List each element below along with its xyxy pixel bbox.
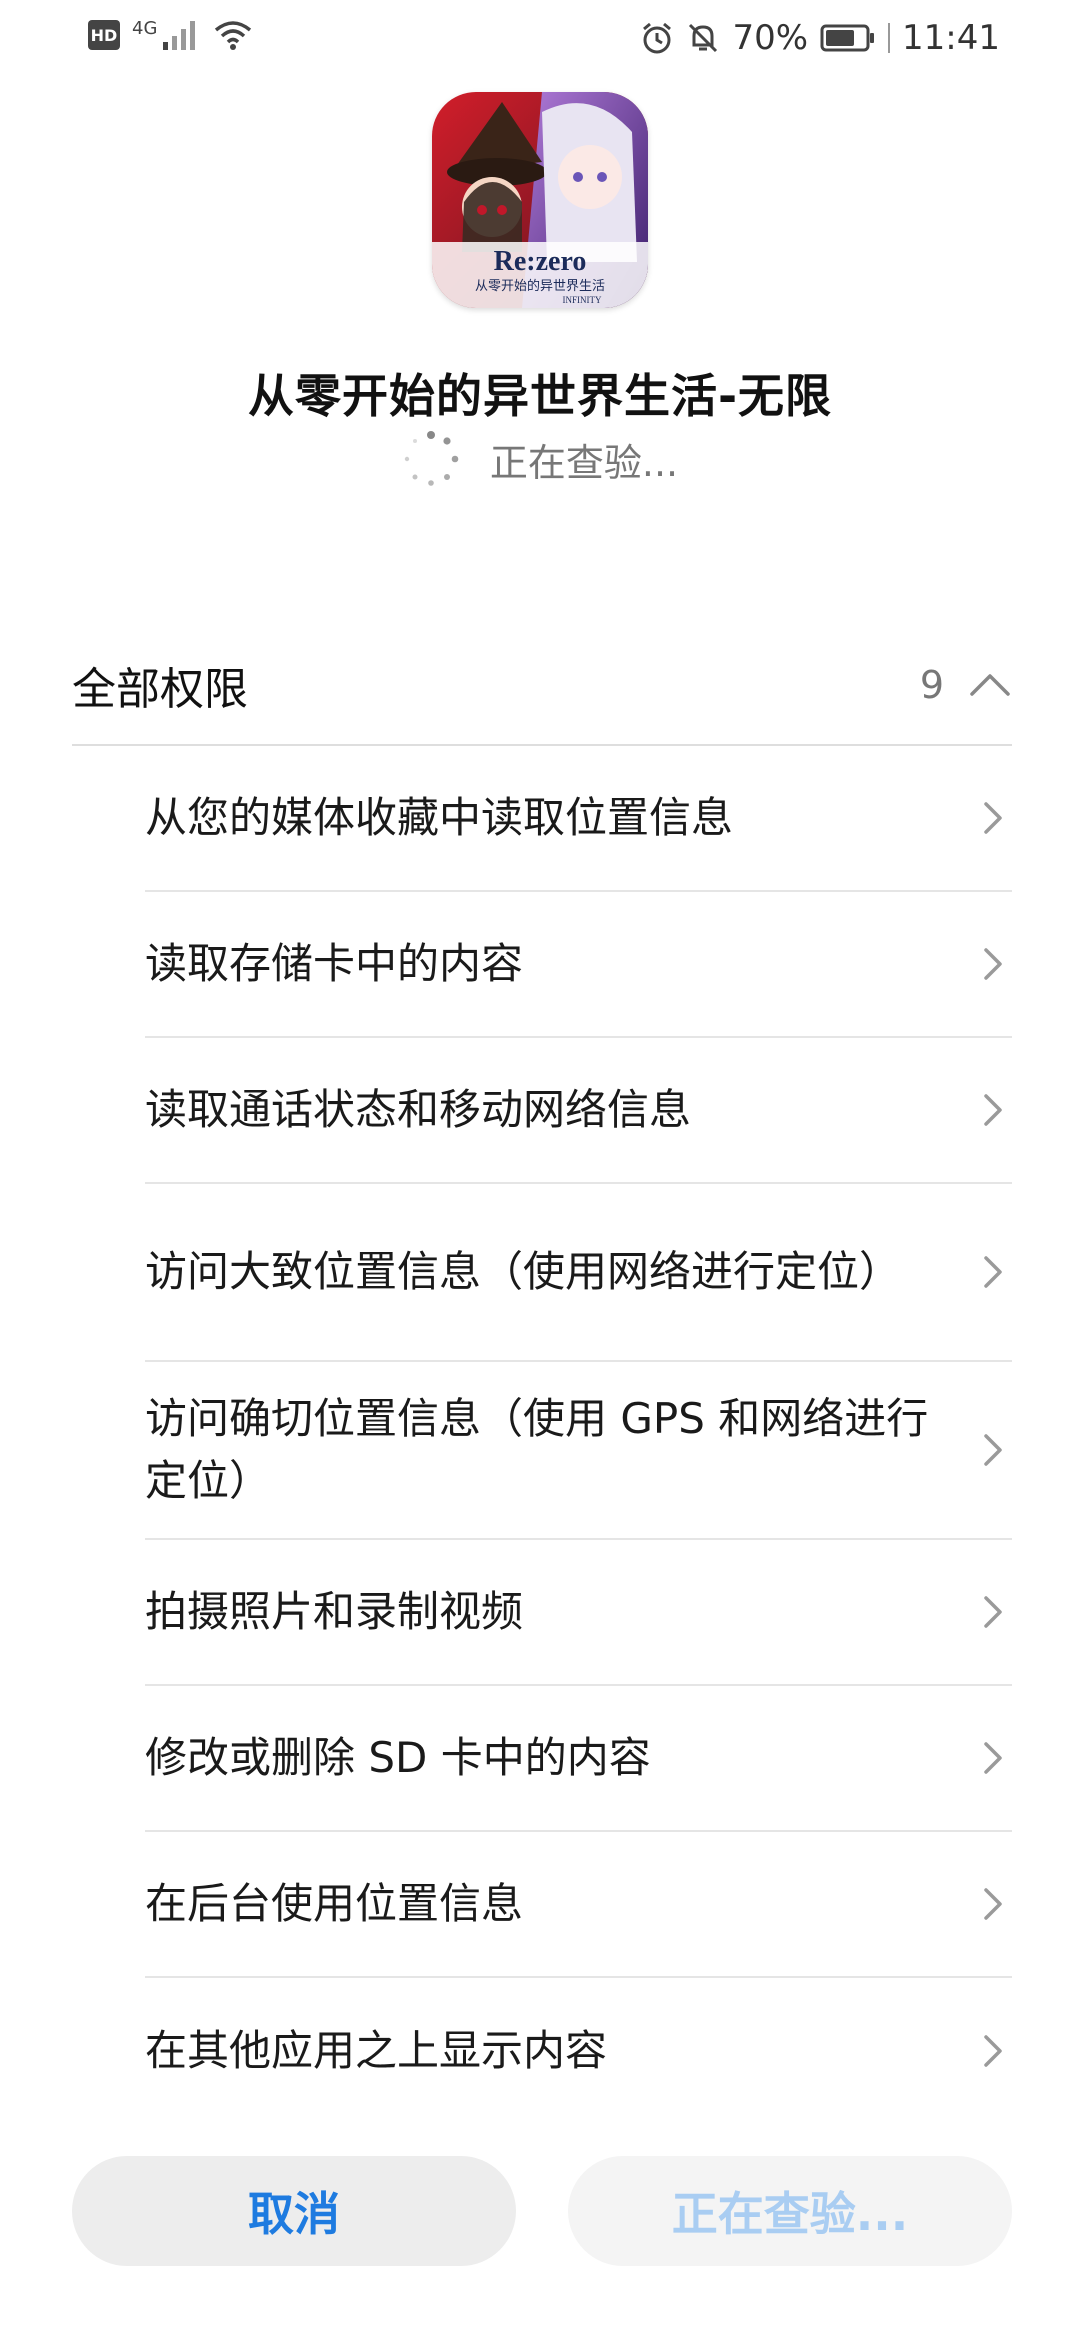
chevron-right-icon <box>984 1256 1002 1288</box>
cancel-button[interactable]: 取消 <box>72 2156 516 2266</box>
permission-label: 访问大致位置信息（使用网络进行定位） <box>145 1247 902 1296</box>
chevron-right-icon <box>984 1596 1002 1628</box>
permission-item[interactable]: 拍摄照片和录制视频 <box>145 1540 1012 1686</box>
permissions-title: 全部权限 <box>72 664 248 715</box>
permission-label: 读取通话状态和移动网络信息 <box>145 1085 692 1134</box>
permission-item[interactable]: 访问确切位置信息（使用 GPS 和网络进行定位） <box>145 1362 1012 1540</box>
chevron-up-icon[interactable] <box>968 670 1012 700</box>
battery-percent: 70% <box>732 18 809 58</box>
mute-icon <box>689 23 718 53</box>
alarm-icon <box>643 22 672 54</box>
permission-label: 修改或删除 SD 卡中的内容 <box>145 1733 651 1782</box>
permission-label: 在后台使用位置信息 <box>145 1879 524 1928</box>
permission-item[interactable]: 读取存储卡中的内容 <box>145 892 1012 1038</box>
app-icon: Re:zero 从零开始的异世界生活 INFINITY <box>432 92 648 308</box>
chevron-right-icon <box>984 802 1002 834</box>
chevron-right-icon <box>984 1742 1002 1774</box>
permissions-header[interactable]: 全部权限 9 <box>72 630 1012 740</box>
permission-item[interactable]: 在后台使用位置信息 <box>145 1832 1012 1978</box>
status-divider <box>888 23 891 53</box>
permission-label: 访问确切位置信息（使用 GPS 和网络进行定位） <box>145 1394 929 1505</box>
permissions-list: 从您的媒体收藏中读取位置信息 读取存储卡中的内容 读取通话状态和移动网络信息 访… <box>145 746 1012 2124</box>
status-left: HD 4G <box>88 18 253 52</box>
permissions-count-wrap: 9 <box>920 663 1012 707</box>
permissions-count: 9 <box>919 663 944 707</box>
chevron-right-icon <box>984 2035 1002 2067</box>
status-bar: HD 4G 70% 11:41 <box>0 0 1080 80</box>
permission-item[interactable]: 从您的媒体收藏中读取位置信息 <box>145 746 1012 892</box>
chevron-right-icon <box>984 1094 1002 1126</box>
permission-item[interactable]: 在其他应用之上显示内容 <box>145 1978 1012 2124</box>
wifi-icon <box>215 21 252 50</box>
checking-text: 正在查验... <box>489 440 679 485</box>
permission-label: 读取存储卡中的内容 <box>145 939 524 988</box>
chevron-right-icon <box>984 1888 1002 1920</box>
clock: 11:41 <box>902 18 1000 58</box>
signal-icon <box>163 21 196 50</box>
permission-label: 从您的媒体收藏中读取位置信息 <box>145 793 734 842</box>
checking-status: 正在查验... <box>0 430 1080 488</box>
status-right: 70% 11:41 <box>640 18 1000 58</box>
permission-item[interactable]: 访问大致位置信息（使用网络进行定位） <box>145 1184 1012 1362</box>
icon-logo-text: Re:zero <box>494 246 587 277</box>
icon-logo-subtext: 从零开始的异世界生活 <box>475 278 605 294</box>
hd-icon: HD <box>88 20 120 50</box>
network-type: 4G <box>132 17 158 39</box>
battery-icon <box>820 24 875 52</box>
icon-logo-tag: INFINITY <box>563 295 602 305</box>
chevron-right-icon <box>984 1434 1002 1466</box>
permission-item[interactable]: 读取通话状态和移动网络信息 <box>145 1038 1012 1184</box>
permission-label: 在其他应用之上显示内容 <box>145 2026 608 2075</box>
permission-label: 拍摄照片和录制视频 <box>145 1587 524 1636</box>
install-button[interactable]: 正在查验... <box>568 2156 1012 2266</box>
loading-spinner-icon <box>404 431 459 486</box>
chevron-right-icon <box>984 948 1002 980</box>
app-name: 从零开始的异世界生活-无限 <box>247 369 833 423</box>
permission-item[interactable]: 修改或删除 SD 卡中的内容 <box>145 1686 1012 1832</box>
